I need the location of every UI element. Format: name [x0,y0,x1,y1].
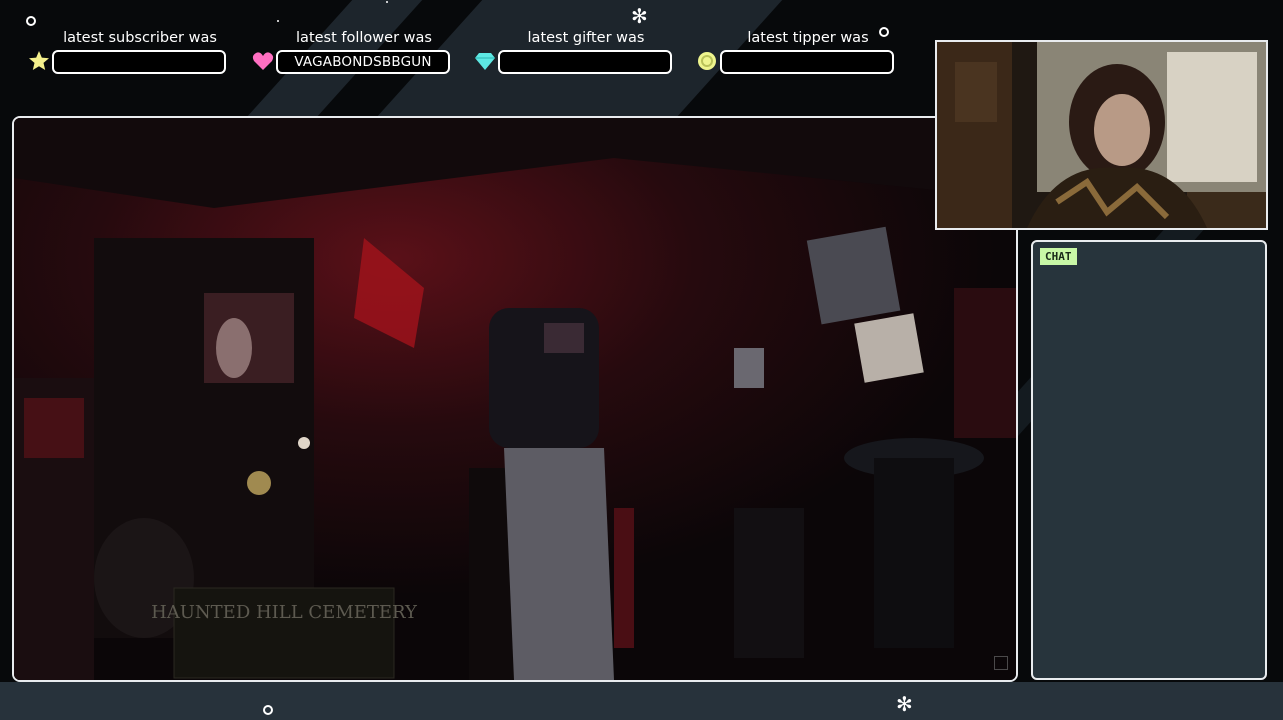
heart-icon [252,50,274,70]
alert-label: latest tipper was [747,30,869,46]
coin-icon [696,50,716,70]
chat-panel[interactable]: CHAT [1031,240,1267,680]
dot-decoration [277,20,279,22]
ring-decoration [263,705,273,715]
alert-value [52,50,226,74]
alert-value [498,50,672,74]
alert-value [720,50,894,74]
webcam-feed [937,42,1266,228]
bottom-band [0,682,1283,720]
alert-value: VAGABONDSBBGUN [276,50,450,74]
chat-label: CHAT [1040,248,1077,265]
dot-decoration [386,1,388,3]
watermark-icon [994,656,1008,670]
alert-label: latest gifter was [527,30,645,46]
diamond-icon [474,50,495,70]
alert-label: latest subscriber was [63,30,217,46]
snowflake-icon: ✻ [896,692,913,716]
game-scene: HAUNTED HILL CEMETERY [14,118,1016,680]
game-capture-frame: HAUNTED HILL CEMETERY [12,116,1018,682]
star-icon [28,50,49,70]
ring-decoration [26,16,36,26]
scene-sign-text: HAUNTED HILL CEMETERY [151,602,418,623]
snowflake-icon: ✻ [631,4,648,28]
webcam-frame [935,40,1268,230]
alert-label: latest follower was [296,30,432,46]
